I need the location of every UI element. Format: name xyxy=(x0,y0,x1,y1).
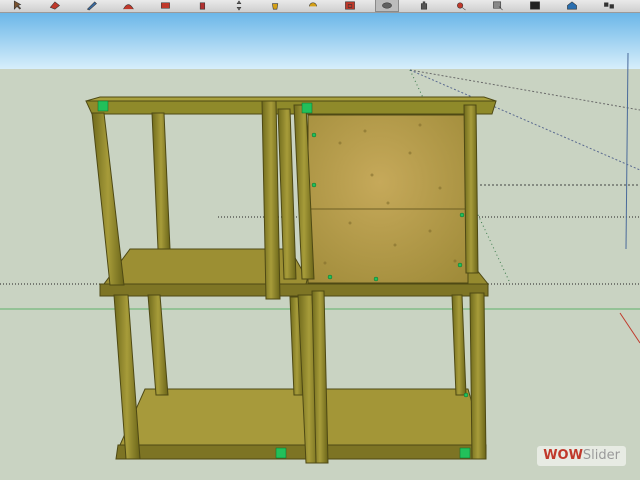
zoom-extents-icon xyxy=(530,1,540,10)
endpoint-dot[interactable] xyxy=(373,276,379,282)
eraser-tool[interactable] xyxy=(43,0,65,11)
pan-tool[interactable] xyxy=(413,0,435,11)
push-pull-tool[interactable] xyxy=(191,0,213,11)
endpoint-marker[interactable] xyxy=(275,447,287,459)
endpoint-dot[interactable] xyxy=(459,212,465,218)
lower-floor-right xyxy=(315,388,485,446)
move-tool[interactable] xyxy=(228,0,250,11)
offset-icon xyxy=(345,1,355,10)
watermark: WOWSlider xyxy=(537,446,626,466)
sky xyxy=(0,13,640,69)
move-icon xyxy=(236,0,242,11)
paint-bucket-icon xyxy=(272,3,279,10)
top-beam-top xyxy=(85,96,497,102)
toolbar xyxy=(0,0,640,13)
middle-beam xyxy=(99,283,489,297)
line-tool[interactable] xyxy=(80,0,102,11)
lower-floor-edge xyxy=(115,444,487,460)
endpoint-marker[interactable] xyxy=(97,100,109,112)
rectangle-icon xyxy=(161,2,170,9)
endpoint-dot[interactable] xyxy=(457,262,463,268)
top-beam-face xyxy=(85,100,497,115)
endpoint-dot[interactable] xyxy=(311,132,317,138)
post-right-upper xyxy=(463,104,479,274)
endpoint-marker[interactable] xyxy=(301,102,313,114)
rotate-icon xyxy=(309,2,317,7)
arc-tool[interactable] xyxy=(117,0,139,11)
components-tool[interactable] xyxy=(598,0,620,11)
endpoint-dot[interactable] xyxy=(311,182,317,188)
watermark-brand: WOW xyxy=(543,448,583,463)
post-right-lower-front xyxy=(469,292,487,460)
3d-warehouse-tool[interactable] xyxy=(561,0,583,11)
offset-tool[interactable] xyxy=(339,0,361,11)
arc-icon xyxy=(123,4,134,10)
rotate-tool[interactable] xyxy=(302,0,324,11)
endpoint-marker[interactable] xyxy=(459,447,471,459)
paint-tool[interactable] xyxy=(265,0,287,11)
plywood-panel xyxy=(307,114,469,284)
zoom-window-tool[interactable] xyxy=(487,0,509,11)
orbit-icon xyxy=(382,2,392,9)
magnifier-icon xyxy=(457,2,466,11)
zoom-tool[interactable] xyxy=(450,0,472,11)
model-viewport[interactable] xyxy=(0,13,640,480)
orbit-tool[interactable] xyxy=(375,0,399,12)
endpoint-dot[interactable] xyxy=(327,274,333,280)
zoom-window-icon xyxy=(493,1,503,11)
endpoint-dot[interactable] xyxy=(463,392,469,398)
push-pull-icon xyxy=(199,2,206,10)
watermark-rest: Slider xyxy=(582,448,620,463)
pencil-icon xyxy=(86,1,97,11)
zoom-extents-tool[interactable] xyxy=(524,0,546,11)
components-icon xyxy=(604,2,614,9)
shape-tool[interactable] xyxy=(154,0,176,11)
model-canvas[interactable] xyxy=(0,13,640,480)
select-tool[interactable] xyxy=(6,0,28,11)
eraser-icon xyxy=(49,1,60,10)
lower-floor-left xyxy=(119,388,313,446)
hand-icon xyxy=(420,1,428,10)
warehouse-icon xyxy=(567,1,577,10)
arrow-icon xyxy=(13,0,22,10)
